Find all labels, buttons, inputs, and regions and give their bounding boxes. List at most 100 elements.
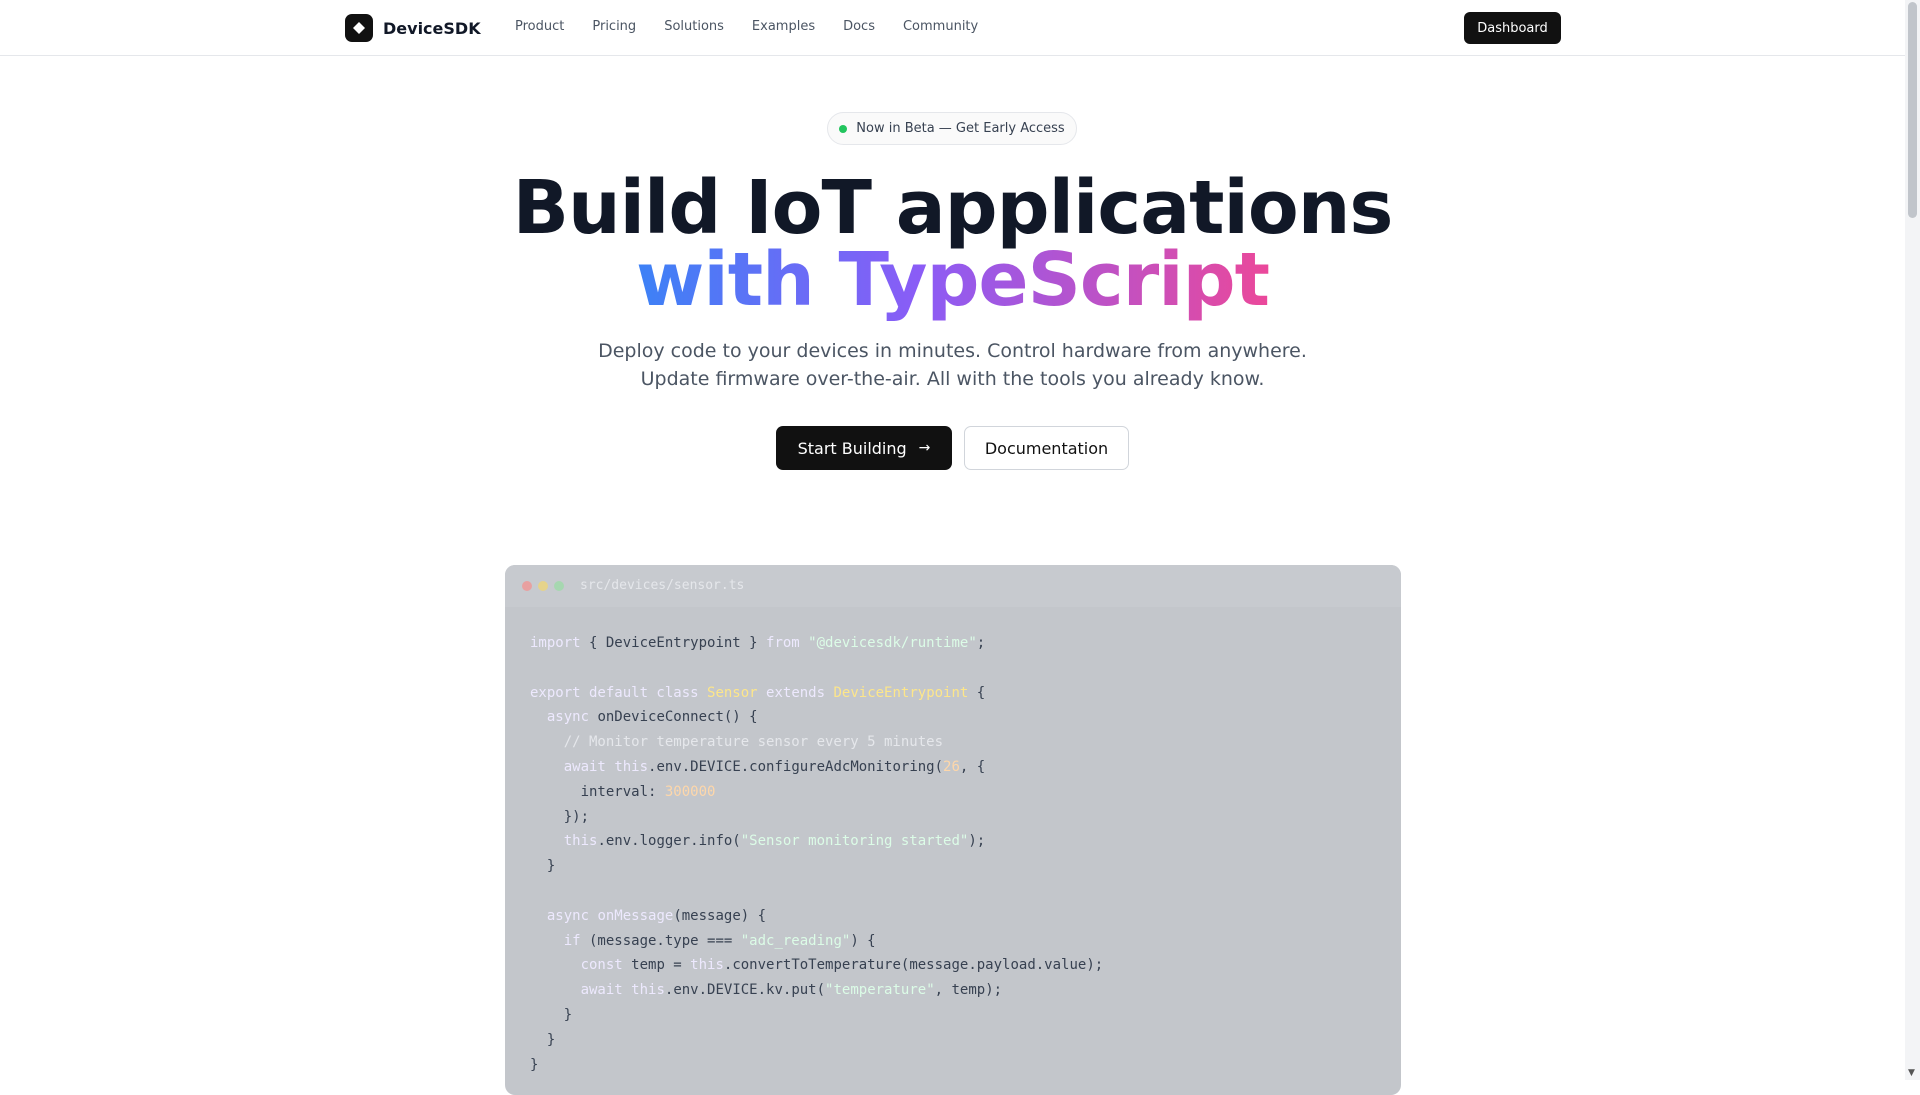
- nav-link-community[interactable]: Community: [903, 19, 978, 34]
- start-building-label: Start Building: [797, 438, 907, 458]
- page-scrollbar[interactable]: ▼: [1905, 0, 1920, 1080]
- code-token: }: [530, 1031, 556, 1048]
- code-token: ;: [976, 635, 986, 651]
- code-token: this: [631, 982, 665, 999]
- code-token: this: [690, 957, 724, 974]
- dashboard-button[interactable]: Dashboard: [1464, 12, 1561, 44]
- code-token: extends: [766, 684, 826, 701]
- code-token: const: [580, 957, 623, 974]
- code-token: "adc_reading": [740, 932, 851, 949]
- window-maximize-dot-icon: [554, 581, 564, 591]
- hero-subtitle-line1: Deploy code to your devices in minutes. …: [598, 340, 1307, 362]
- code-line: }: [530, 854, 1103, 879]
- nav-link-examples[interactable]: Examples: [752, 19, 815, 34]
- code-token: }: [530, 858, 556, 875]
- scroll-down-arrow-icon[interactable]: ▼: [1908, 1068, 1915, 1078]
- code-token: from: [766, 635, 800, 651]
- start-building-button[interactable]: Start Building →: [776, 426, 952, 470]
- code-line: async onMessage(message) {: [530, 904, 1103, 929]
- code-token: ) {: [850, 932, 876, 949]
- code-line: await this.env.DEVICE.configureAdcMonito…: [530, 755, 1103, 780]
- code-token: }: [530, 1056, 539, 1073]
- nav-link-docs[interactable]: Docs: [843, 19, 875, 34]
- window-minimize-dot-icon: [538, 581, 548, 591]
- nav-link-product[interactable]: Product: [515, 19, 564, 34]
- beta-badge-label: Now in Beta — Get Early Access: [856, 121, 1065, 136]
- code-file-name: src/devices/sensor.ts: [580, 578, 745, 593]
- window-close-dot-icon: [522, 581, 532, 591]
- code-token: async: [546, 709, 590, 726]
- hero-subtitle: Deploy code to your devices in minutes. …: [0, 337, 1905, 393]
- code-token: import: [530, 635, 581, 651]
- code-token: await: [563, 758, 606, 775]
- code-line: const temp = this.convertToTemperature(m…: [530, 953, 1104, 978]
- nav-link-solutions[interactable]: Solutions: [664, 19, 724, 34]
- code-token: export default class: [530, 684, 699, 701]
- code-token: );: [968, 833, 986, 850]
- code-token: interval:: [530, 783, 665, 800]
- code-token: async: [546, 907, 590, 924]
- code-token: {: [968, 684, 986, 701]
- code-token: (message.type ===: [580, 932, 741, 949]
- code-token: });: [530, 808, 590, 825]
- code-token: }: [530, 1006, 573, 1023]
- code-line: // Monitor temperature sensor every 5 mi…: [530, 730, 1103, 755]
- code-token: DeviceEntrypoint: [833, 684, 969, 701]
- top-navbar: DeviceSDK Product Pricing Solutions Exam…: [0, 0, 1905, 56]
- hero-subtitle-line2: Update firmware over-the-air. All with t…: [640, 368, 1265, 390]
- code-token: "temperature": [825, 982, 935, 999]
- code-body: import { DeviceEntrypoint } from "@devic…: [530, 631, 1103, 1077]
- hero-title-line1: Build IoT applications: [512, 165, 1394, 251]
- code-line: import { DeviceEntrypoint } from "@devic…: [530, 631, 1103, 656]
- code-token: (message) {: [673, 907, 767, 924]
- code-window: src/devices/sensor.ts import { DeviceEnt…: [505, 565, 1401, 1095]
- beta-badge[interactable]: Now in Beta — Get Early Access: [827, 112, 1077, 145]
- code-line: export default class Sensor extends Devi…: [530, 681, 1103, 706]
- code-token: // Monitor temperature sensor every 5 mi…: [530, 734, 944, 751]
- nav-links: Product Pricing Solutions Examples Docs …: [515, 19, 1006, 34]
- code-line: }: [530, 1028, 1103, 1053]
- code-token: , temp);: [934, 982, 1003, 999]
- code-line: async onDeviceConnect() {: [530, 705, 1103, 730]
- code-token: .env.logger.info(: [597, 833, 741, 850]
- code-line: interval: 300000: [530, 780, 1103, 805]
- code-token: .convertToTemperature(message.payload.va…: [723, 957, 1104, 974]
- code-window-header: src/devices/sensor.ts: [505, 565, 1401, 607]
- code-token: "@devicesdk/runtime": [808, 635, 977, 651]
- code-token: if: [563, 932, 581, 949]
- scrollbar-thumb[interactable]: [1908, 2, 1917, 218]
- code-token: { DeviceEntrypoint }: [580, 635, 767, 651]
- status-dot-icon: [839, 124, 848, 133]
- code-token: this: [563, 833, 598, 850]
- code-token: Sensor: [707, 684, 758, 701]
- devicesdk-logo-icon: [345, 14, 373, 42]
- code-token: await: [580, 982, 623, 999]
- nav-link-pricing[interactable]: Pricing: [592, 19, 636, 34]
- code-line: this.env.logger.info("Sensor monitoring …: [530, 829, 1103, 854]
- hero-title-line2: with TypeScript: [0, 243, 1905, 317]
- code-token: .env.DEVICE.configureAdcMonitoring(: [648, 758, 944, 775]
- code-line: }: [530, 1053, 1103, 1078]
- code-line: }: [530, 1003, 1103, 1028]
- code-token: onMessage: [597, 907, 674, 924]
- code-line: });: [530, 805, 1103, 830]
- code-token: this: [614, 758, 649, 775]
- brand-name: DeviceSDK: [383, 18, 481, 38]
- code-token: "Sensor monitoring started": [740, 833, 969, 850]
- brand[interactable]: DeviceSDK: [345, 14, 481, 42]
- code-token: temp =: [622, 957, 691, 974]
- code-token: onDeviceConnect() {: [589, 709, 758, 726]
- code-token: .env.DEVICE.kv.put(: [664, 982, 826, 999]
- documentation-button[interactable]: Documentation: [964, 426, 1129, 470]
